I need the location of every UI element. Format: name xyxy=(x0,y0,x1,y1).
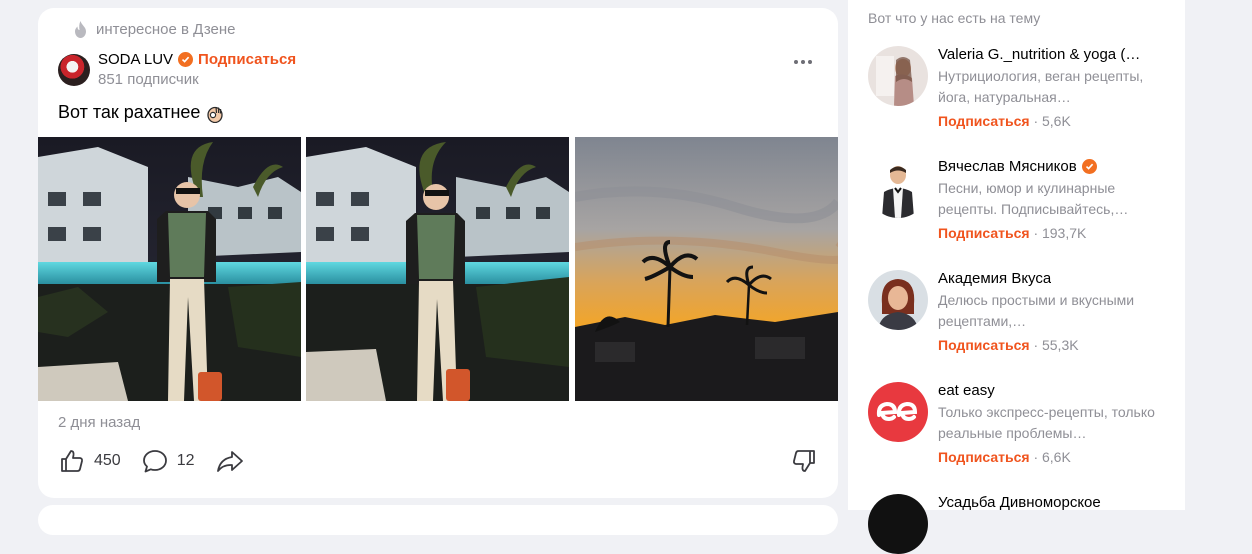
channel-description: Песни, юмор и кулинарные рецепты. Подпис… xyxy=(938,180,1129,217)
channel-subscribe-button[interactable]: Подписаться xyxy=(938,113,1030,129)
post-photo-3[interactable] xyxy=(575,137,838,401)
channel-subscriber-count: · 5,6K xyxy=(1033,113,1071,129)
share-icon xyxy=(216,451,243,472)
comment-icon xyxy=(142,450,167,473)
channel-avatar[interactable] xyxy=(868,270,928,330)
channel-name[interactable]: Valeria G._nutrition & yoga (… xyxy=(938,46,1140,63)
dislike-icon xyxy=(793,450,815,472)
verified-icon xyxy=(1081,159,1097,174)
verified-icon xyxy=(178,52,194,67)
comment-count: 12 xyxy=(176,452,195,469)
post-time: 2 дня назад xyxy=(58,414,141,431)
channel-subscribe-button[interactable]: Подписаться xyxy=(938,225,1030,241)
source-label: интересное в Дзене xyxy=(96,21,236,38)
channel-subscriber-count: · 6,6K xyxy=(1033,449,1071,465)
channel-description: Нутрициология, веган рецепты, йога, нату… xyxy=(938,68,1144,105)
channel-name[interactable]: Вячеслав Мясников xyxy=(938,158,1077,175)
channel-subscriber-count: · 193,7K xyxy=(1033,225,1087,241)
subscriber-count: 851 подписчик xyxy=(98,71,199,88)
author-name[interactable]: SODA LUV xyxy=(98,51,173,68)
recommendations-sidebar: Вот что у нас есть на тему Valeria G._nu… xyxy=(848,0,1185,554)
post-text: Вот так рахатнее xyxy=(58,102,224,123)
author-avatar[interactable] xyxy=(58,53,90,86)
like-button[interactable]: 450 xyxy=(58,447,121,475)
more-options-icon[interactable] xyxy=(794,60,812,64)
channel-avatar[interactable] xyxy=(868,158,928,218)
dislike-button[interactable] xyxy=(790,447,818,480)
channel-name[interactable]: Усадьба Дивноморское xyxy=(938,494,1101,511)
author-row: SODA LUV Подписаться 851 подписчик xyxy=(58,51,296,88)
channel-name[interactable]: eat easy xyxy=(938,382,995,399)
post-gallery xyxy=(38,137,838,401)
channel-name[interactable]: Академия Вкуса xyxy=(938,270,1051,287)
channel-description: Делюсь простыми и вкусными рецептами,… xyxy=(938,292,1135,329)
channel-subscriber-count: · 55,3K xyxy=(1033,337,1079,353)
channel-subscribe-button[interactable]: Подписаться xyxy=(938,449,1030,465)
channel-avatar[interactable] xyxy=(868,494,928,554)
subscribe-button[interactable]: Подписаться xyxy=(198,51,296,68)
sidebar-title: Вот что у нас есть на тему xyxy=(868,10,1041,26)
post-source: интересное в Дзене xyxy=(74,21,236,38)
channel-subscribe-button[interactable]: Подписаться xyxy=(938,337,1030,353)
channel-description: Только экспресс-рецепты, только реальные… xyxy=(938,404,1155,441)
like-count: 450 xyxy=(94,452,121,469)
post-text-content: Вот так рахатнее xyxy=(58,102,201,122)
post-photo-2[interactable] xyxy=(306,137,569,401)
like-icon xyxy=(61,450,83,472)
comment-button[interactable]: 12 xyxy=(141,447,195,475)
channel-avatar[interactable] xyxy=(868,46,928,106)
post-card: интересное в Дзене SODA LUV Подписаться … xyxy=(38,8,838,498)
ok-hand-icon xyxy=(207,106,224,123)
share-button[interactable] xyxy=(215,447,245,475)
post-photo-1[interactable] xyxy=(38,137,301,401)
post-actions: 450 12 xyxy=(58,447,245,475)
flame-icon xyxy=(75,21,86,38)
channel-avatar[interactable] xyxy=(868,382,928,442)
